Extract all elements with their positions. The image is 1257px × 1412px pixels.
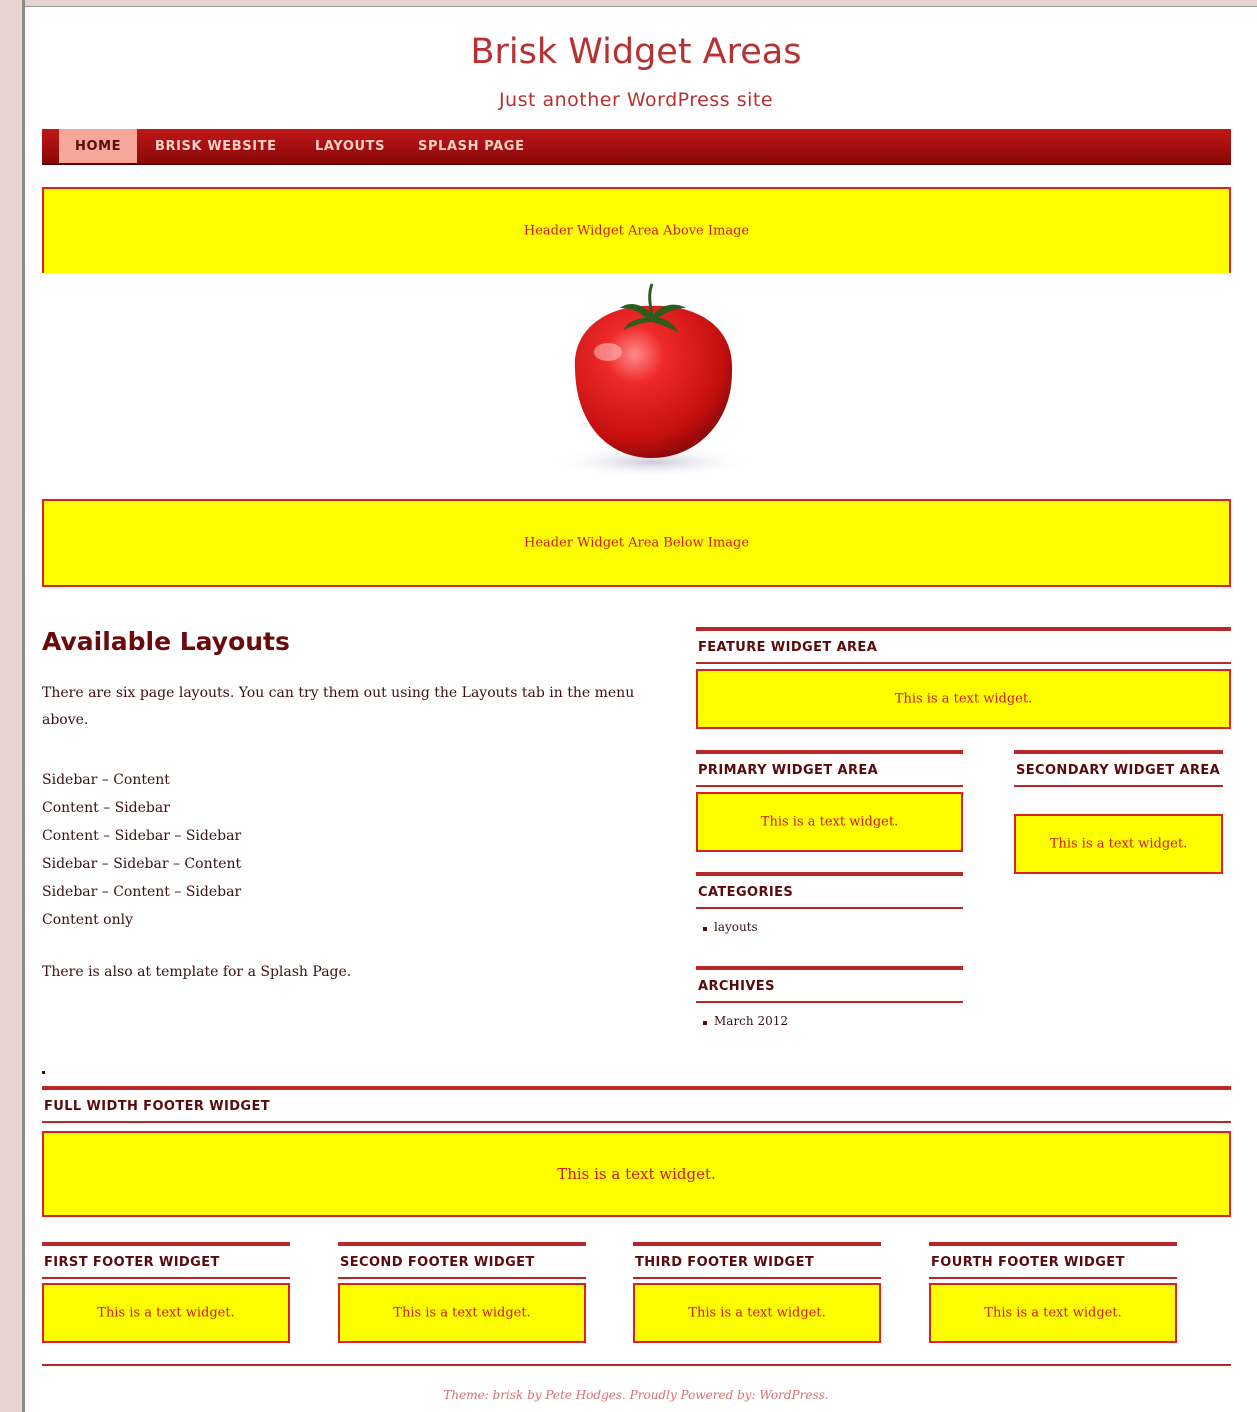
fourth-footer-title: FOURTH FOOTER WIDGET bbox=[929, 1242, 1177, 1279]
first-footer-box: This is a text widget. bbox=[42, 1283, 290, 1343]
intro-paragraph: There are six page layouts. You can try … bbox=[42, 685, 635, 728]
second-footer-title: SECOND FOOTER WIDGET bbox=[338, 1242, 586, 1279]
feature-widget-text: This is a text widget. bbox=[894, 691, 1033, 707]
secondary-widget-box: This is a text widget. bbox=[1014, 814, 1223, 874]
window-left-edge bbox=[0, 0, 8, 1412]
categories-title: CATEGORIES bbox=[696, 872, 963, 909]
nav-item-home[interactable]: HOME bbox=[59, 129, 138, 163]
categories-list: layouts bbox=[698, 920, 758, 934]
secondary-widget-title: SECONDARY WIDGET AREA bbox=[1014, 750, 1223, 787]
nav-item-splash-page[interactable]: SPLASH PAGE bbox=[402, 129, 541, 163]
feature-widget-box: This is a text widget. bbox=[696, 669, 1231, 729]
list-item: Content – Sidebar bbox=[42, 800, 170, 816]
header-widget-below-image: Header Widget Area Below Image bbox=[42, 499, 1231, 587]
archives-title: ARCHIVES bbox=[696, 966, 963, 1003]
list-item: Content – Sidebar – Sidebar bbox=[42, 828, 242, 844]
splash-note: There is also at template for a Splash P… bbox=[42, 964, 352, 980]
header-widget-above-text: Header Widget Area Above Image bbox=[523, 223, 750, 239]
third-footer-text: This is a text widget. bbox=[688, 1305, 826, 1321]
site-title[interactable]: Brisk Widget Areas bbox=[25, 32, 1247, 72]
top-border bbox=[25, 6, 1257, 7]
primary-widget-text: This is a text widget. bbox=[760, 814, 899, 830]
full-width-footer-text: This is a text widget. bbox=[557, 1165, 716, 1183]
list-item: Sidebar – Sidebar – Content bbox=[42, 856, 242, 872]
first-footer-text: This is a text widget. bbox=[97, 1305, 235, 1321]
primary-widget-title: PRIMARY WIDGET AREA bbox=[696, 750, 963, 787]
full-width-footer-box: This is a text widget. bbox=[42, 1131, 1231, 1217]
header-widget-above-image: Header Widget Area Above Image bbox=[42, 187, 1231, 273]
full-width-footer-title: FULL WIDTH FOOTER WIDGET bbox=[42, 1086, 1231, 1123]
archive-link[interactable]: March 2012 bbox=[698, 1014, 788, 1028]
page: Brisk Widget Areas Just another WordPres… bbox=[25, 6, 1257, 1412]
archives-list: March 2012 bbox=[698, 1014, 788, 1028]
first-footer-title: FIRST FOOTER WIDGET bbox=[42, 1242, 290, 1279]
category-link[interactable]: layouts bbox=[698, 920, 758, 934]
third-footer-box: This is a text widget. bbox=[633, 1283, 881, 1343]
list-item: Sidebar – Content – Sidebar bbox=[42, 884, 242, 900]
nav-item-layouts[interactable]: LAYOUTS bbox=[299, 129, 401, 163]
layouts-list: Sidebar – Content Content – Sidebar Cont… bbox=[42, 766, 241, 934]
second-footer-box: This is a text widget. bbox=[338, 1283, 586, 1343]
header-widget-below-text: Header Widget Area Below Image bbox=[523, 535, 750, 551]
main-nav: HOME BRISK WEBSITE LAYOUTS SPLASH PAGE bbox=[42, 129, 1231, 165]
fourth-footer-text: This is a text widget. bbox=[984, 1305, 1122, 1321]
list-item: Sidebar – Content bbox=[42, 772, 170, 788]
third-footer-title: THIRD FOOTER WIDGET bbox=[633, 1242, 881, 1279]
primary-widget-box: This is a text widget. bbox=[696, 792, 963, 852]
footer-credits[interactable]: Theme: brisk by Pete Hodges. Proudly Pow… bbox=[25, 1388, 1247, 1402]
second-footer-text: This is a text widget. bbox=[393, 1305, 531, 1321]
list-item: Content only bbox=[42, 912, 133, 928]
bullet-dot bbox=[42, 1071, 45, 1074]
footer-divider bbox=[42, 1364, 1231, 1366]
site-tagline: Just another WordPress site bbox=[498, 89, 774, 111]
nav-item-brisk-website[interactable]: BRISK WEBSITE bbox=[139, 129, 293, 163]
page-title: Available Layouts bbox=[42, 627, 290, 656]
feature-widget-title: FEATURE WIDGET AREA bbox=[696, 627, 1231, 664]
secondary-widget-text: This is a text widget. bbox=[1049, 836, 1188, 852]
fourth-footer-box: This is a text widget. bbox=[929, 1283, 1177, 1343]
tomato-image bbox=[480, 274, 810, 484]
